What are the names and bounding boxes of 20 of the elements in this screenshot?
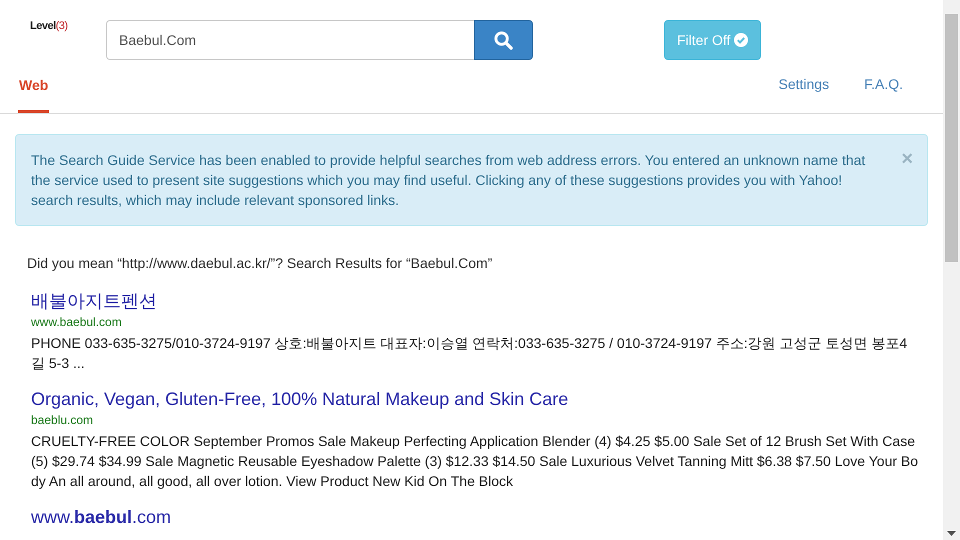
result-description: PHONE 033-635-3275/010-3724-9197 상호:배불아지트 대표자:이승열 연락처:033-635-3275 / 010-3724-9197 주소:강원 고성군 토성면 봉포4길 5-3 ... (31, 334, 908, 373)
result-url: baeblu.com (31, 412, 94, 429)
search-field[interactable]: Baebul.Com (106, 20, 474, 60)
search-button[interactable] (474, 20, 533, 60)
result-description: CRUELTY-FREE COLOR September Promos Sale Makeup Perfecting Application Blender (4) $4.25 $5.00 Sale Set of 12 Brush Set With Case (5) $29.74 $34.99 Sale Magnetic Reusable Eyeshadow Palette (3) $12.33 $14.50 Sale Luxurious Velvet Tanning Mitt $6.38 $7.50 Love Your Body An all around, all good, all over lotion. View Product New Kid On The Block (31, 432, 920, 491)
tab[interactable]: Web (18, 60, 50, 113)
result-title[interactable]: www.baebul.com (31, 505, 172, 529)
logo: Level(3) (30, 20, 69, 32)
nav-link[interactable]: Settings (778, 76, 830, 92)
result-url: www.baebul.com (31, 314, 123, 331)
check-circle-icon (734, 33, 748, 47)
scroll-down-icon[interactable] (947, 531, 956, 536)
scrollbar-thumb[interactable] (945, 14, 958, 262)
result-title[interactable]: 배불아지트펜션 (31, 289, 157, 313)
result-title[interactable]: Organic, Vegan, Gluten-Free, 100% Natural Makeup and Skin Care (31, 387, 568, 411)
scrollbar[interactable] (943, 0, 960, 540)
nav-link[interactable]: F.A.Q. (864, 76, 903, 92)
suggestion-text: Did you mean “http://www.daebul.ac.kr/”? Search Results for “Baebul.Com” (27, 255, 494, 271)
search-icon (494, 30, 513, 50)
alert-text: The Search Guide Service has been enabled to provide helpful searches from web address errors. You entered an unknown name that the service used to present site suggestions which you may find useful. Clicking any of these suggestions provides you with Yahoo! search results, which may include relevant sponsored links. (31, 151, 866, 210)
